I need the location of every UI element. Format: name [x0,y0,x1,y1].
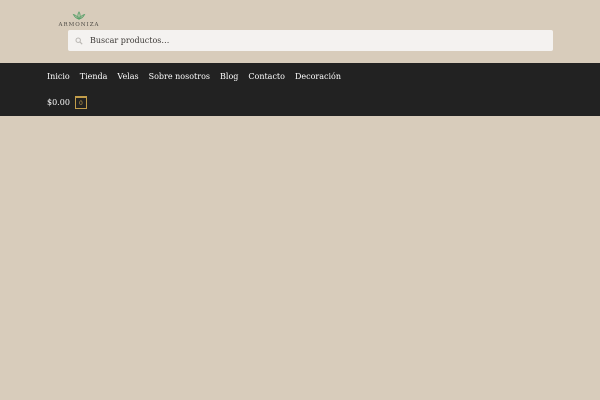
nav-item-sobre-nosotros[interactable]: Sobre nosotros [149,71,210,83]
page: ARMONIZA Inicio Tienda Velas Sobre nosot… [0,0,600,400]
logo-text: ARMONIZA [58,22,100,28]
cart-link[interactable]: $0.00 0 [47,96,87,109]
nav-item-blog[interactable]: Blog [220,71,238,83]
search-input[interactable] [86,31,534,50]
cart-count-badge: 0 [74,96,87,109]
site-logo[interactable]: ARMONIZA [58,11,100,31]
nav-item-velas[interactable]: Velas [117,71,138,83]
nav-item-contacto[interactable]: Contacto [248,71,285,83]
nav-item-inicio[interactable]: Inicio [47,71,70,83]
primary-menu: Inicio Tienda Velas Sobre nosotros Blog … [47,71,351,83]
lotus-icon [72,11,86,20]
nav-item-tienda[interactable]: Tienda [80,71,108,83]
search-bar [68,30,553,51]
navbar: Inicio Tienda Velas Sobre nosotros Blog … [0,63,600,116]
cart-amount: $0.00 [47,97,70,107]
search-icon [74,36,84,46]
nav-item-decoracion[interactable]: Decoración [295,71,341,83]
